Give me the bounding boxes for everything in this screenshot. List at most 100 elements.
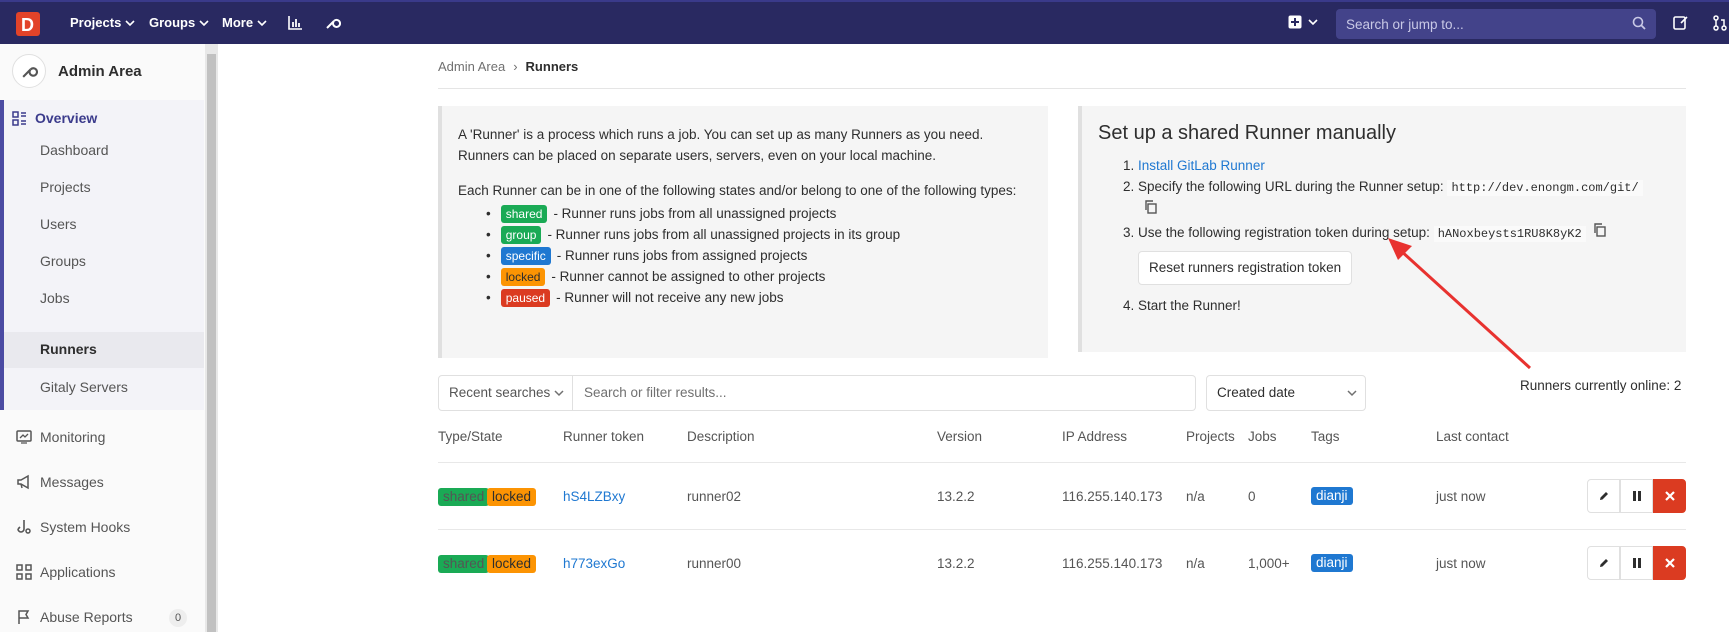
registration-token: hANoxbeysts1RU8K8yK2 [1433,226,1586,242]
overview-label: Overview [35,110,98,126]
sidebar-item-users[interactable]: Users [40,216,77,232]
group-badge: group [500,225,542,244]
sidebar-item-abuse-reports[interactable]: Abuse Reports [16,609,133,625]
runners-online-count: Runners currently online: 2 [1520,378,1682,393]
specific-badge: specific [500,246,551,265]
admin-area-header[interactable]: Admin Area [12,54,142,88]
messages-label: Messages [40,474,104,490]
admin-avatar [12,54,46,88]
nav-more[interactable]: More [222,15,267,30]
state-description: - Runner runs jobs from all unassigned p… [553,206,837,221]
chevron-down-icon [199,19,209,26]
runner-actions [1587,546,1686,580]
breadcrumb-runners[interactable]: Runners [526,59,579,74]
pause-runner-button[interactable] [1620,479,1653,513]
sort-dropdown[interactable]: Created date [1206,375,1366,411]
pencil-icon [1599,492,1608,500]
install-runner-link[interactable]: Install GitLab Runner [1138,158,1265,173]
sidebar-item-overview[interactable]: Overview [12,110,97,126]
runner-projects: n/a [1186,556,1205,571]
locked-badge: locked [487,488,537,506]
pause-runner-button[interactable] [1620,546,1653,580]
sidebar-item-dashboard[interactable]: Dashboard [40,142,109,158]
sidebar-item-groups[interactable]: Groups [40,253,86,269]
setup-step-3-text: Use the following registration token dur… [1138,225,1430,240]
chevron-down-icon [1308,19,1318,26]
nav-projects[interactable]: Projects [70,15,135,30]
close-icon [1664,558,1675,568]
sidebar-item-applications[interactable]: Applications [16,564,116,580]
setup-step-2: Specify the following URL during the Run… [1138,176,1670,220]
setup-steps: Install GitLab Runner Specify the follow… [1138,155,1670,316]
global-search-input[interactable]: Search or jump to... [1336,9,1656,39]
nav-more-label: More [222,15,254,30]
merge-request-icon[interactable] [1712,15,1728,31]
close-icon [1664,491,1675,501]
applications-label: Applications [40,564,116,580]
sidebar-item-monitoring[interactable]: Monitoring [16,429,105,445]
wrench-icon[interactable] [324,14,341,31]
state-description: - Runner will not receive any new jobs [556,290,784,305]
state-description: - Runner runs jobs from assigned project… [556,248,808,263]
sidebar-item-gitaly-servers[interactable]: Gitaly Servers [40,379,128,395]
edit-runner-button[interactable] [1587,546,1620,580]
runner-url: http://dev.enongm.com/git/ [1447,180,1643,196]
remove-runner-button[interactable] [1653,546,1686,580]
logo-icon[interactable]: D [14,10,42,38]
list-item: paused - Runner will not receive any new … [498,287,1032,308]
svg-text:D: D [21,15,34,35]
pause-icon [1632,558,1641,568]
top-navbar: D Projects Groups More Search or jump to… [0,0,1729,44]
chart-icon[interactable] [287,15,303,31]
new-dropdown[interactable] [1288,15,1318,29]
list-item: locked - Runner cannot be assigned to oth… [498,266,1032,287]
copy-icon[interactable] [1593,223,1607,237]
sidebar: Admin Area Overview Dashboard Projects U… [0,44,218,632]
runner-version: 13.2.2 [937,489,975,504]
list-item: specific - Runner runs jobs from assigned… [498,245,1032,266]
setup-step-1: Install GitLab Runner [1138,155,1670,176]
nav-groups-label: Groups [149,15,196,30]
locked-badge: locked [487,555,537,573]
state-description: - Runner cannot be assigned to other pro… [551,269,826,284]
nav-groups[interactable]: Groups [149,15,209,30]
state-description: - Runner runs jobs from all unassigned p… [547,227,901,242]
runner-token-link[interactable]: h773exGo [563,556,625,571]
sidebar-scrollbar-thumb[interactable] [207,54,216,632]
sort-label: Created date [1217,385,1296,400]
sidebar-item-projects[interactable]: Projects [40,179,91,195]
sidebar-scrollbar[interactable] [205,44,218,632]
list-item: shared - Runner runs jobs from all unassi… [498,203,1032,224]
tag-badge: dianji [1311,487,1353,505]
runner-description: runner02 [687,489,742,504]
breadcrumb: Admin Area › Runners [438,59,578,74]
runner-token-link[interactable]: hS4LZBxy [563,489,625,504]
sidebar-item-messages[interactable]: Messages [16,474,104,490]
filter-search-input[interactable]: Search or filter results... [572,375,1196,411]
column-header-version: Version [937,429,983,444]
shared-badge: shared [438,488,490,506]
todo-icon[interactable] [1672,15,1688,31]
breadcrumb-divider [438,88,1686,89]
recent-searches-dropdown[interactable]: Recent searches [438,375,573,411]
column-header-projects: Projects [1186,429,1235,444]
reset-registration-token-button[interactable]: Reset runners registration token [1138,251,1353,285]
breadcrumb-separator-icon: › [513,59,518,74]
nav-projects-label: Projects [70,15,122,30]
monitor-icon [16,430,32,444]
locked-badge: locked [500,267,546,286]
pencil-icon [1599,559,1608,567]
breadcrumb-admin-area[interactable]: Admin Area [438,59,505,74]
chevron-down-icon [1347,390,1357,397]
column-header-last-contact: Last contact [1436,429,1509,444]
sidebar-item-system-hooks[interactable]: System Hooks [16,519,130,535]
edit-runner-button[interactable] [1587,479,1620,513]
setup-step-2-text: Specify the following URL during the Run… [1138,179,1444,194]
column-header-description: Description [687,429,755,444]
sidebar-item-runners[interactable]: Runners [40,341,97,357]
runner-info-intro: A 'Runner' is a process which runs a job… [458,127,984,163]
remove-runner-button[interactable] [1653,479,1686,513]
sidebar-item-jobs[interactable]: Jobs [40,290,70,306]
copy-icon[interactable] [1144,200,1158,214]
runner-last-contact: just now [1436,556,1486,571]
